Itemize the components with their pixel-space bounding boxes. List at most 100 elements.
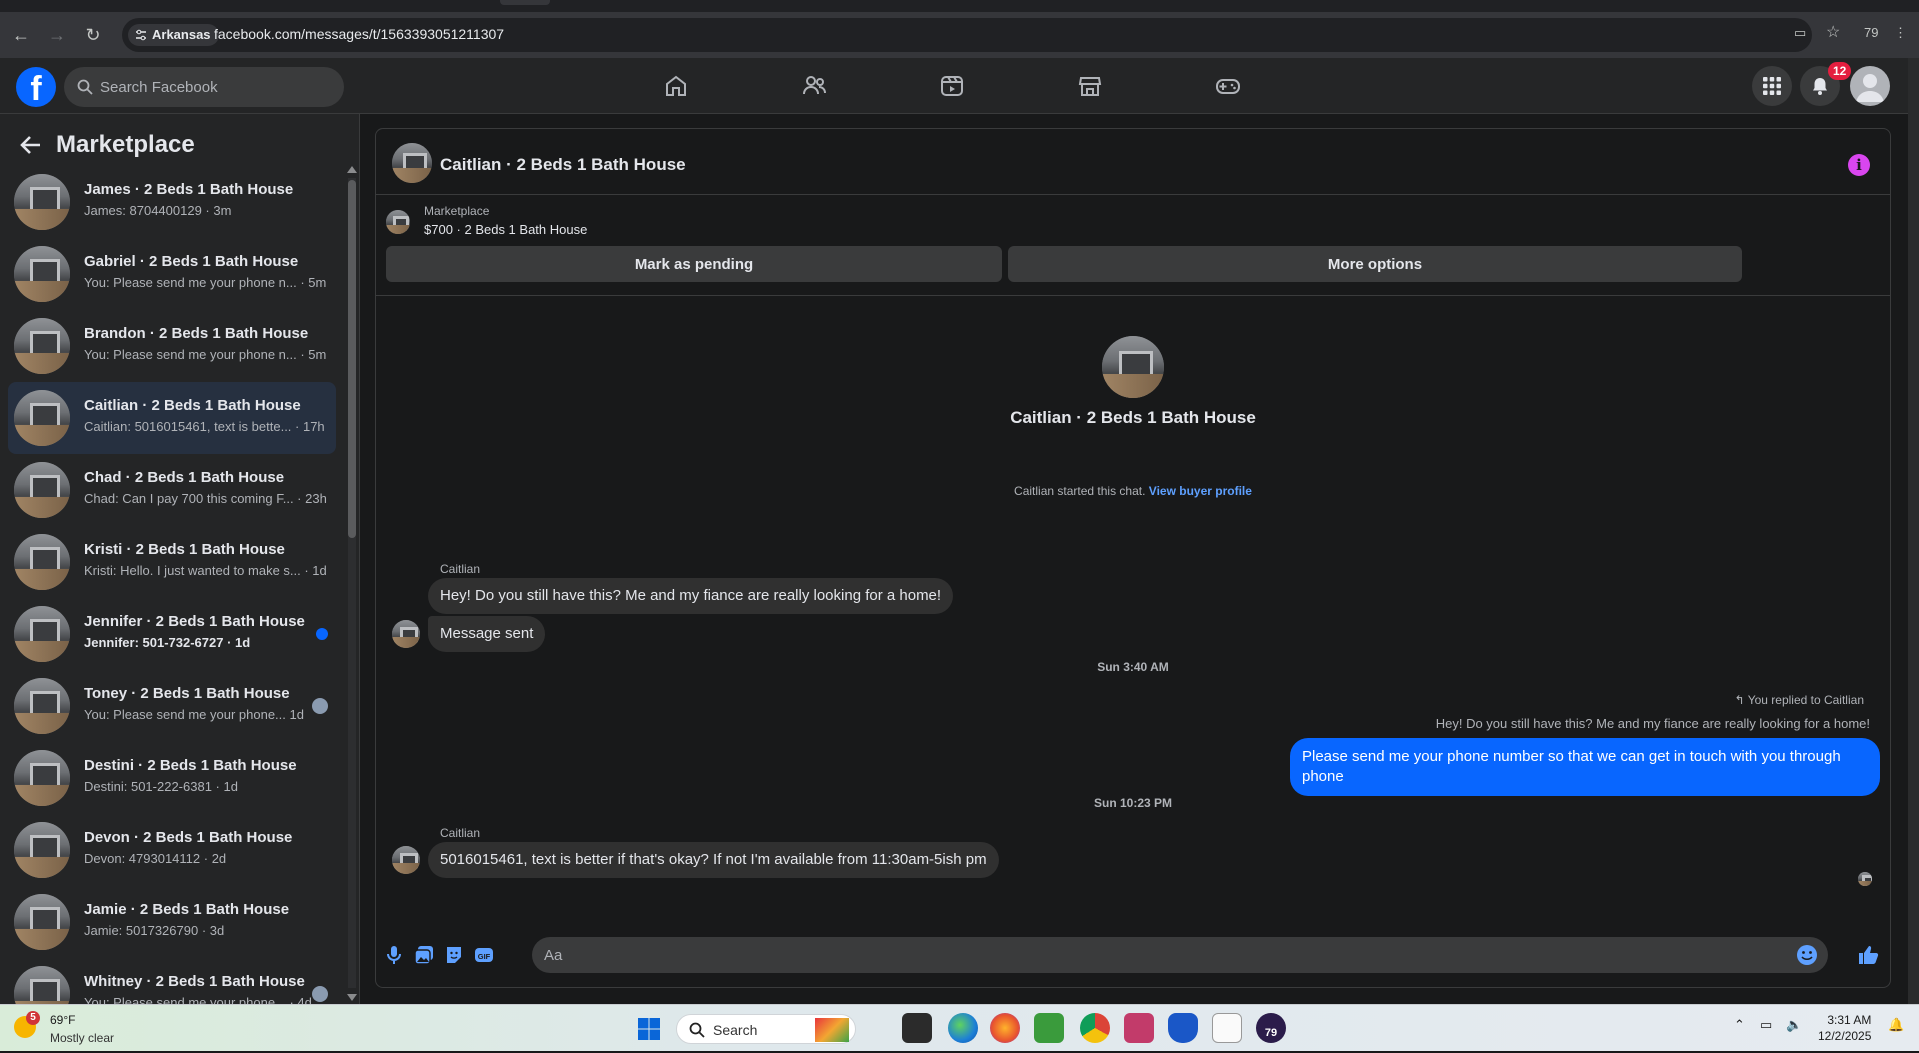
sticker-icon[interactable]: [442, 943, 466, 967]
conversation-preview: You: Please send me your phone... · 4d: [84, 995, 312, 1004]
more-options-button[interactable]: More options: [1008, 246, 1742, 282]
chat-avatar[interactable]: [392, 143, 432, 183]
weather-badge: 5: [26, 1011, 40, 1025]
svg-text:GIF: GIF: [478, 952, 491, 961]
conversation-sidebar: Marketplace James · 2 Beds 1 Bath House J…: [0, 114, 360, 1004]
incoming-message[interactable]: Hey! Do you still have this? Me and my f…: [428, 578, 954, 614]
reload-icon[interactable]: ↻: [82, 24, 104, 46]
marketplace-tab[interactable]: [1034, 62, 1146, 110]
conversation-item[interactable]: Toney · 2 Beds 1 Bath House You: Please s…: [8, 670, 336, 742]
notification-center-icon[interactable]: 🔔: [1888, 1017, 1904, 1033]
listing-thumbnail: [14, 462, 70, 518]
microphone-icon[interactable]: [382, 943, 406, 967]
sidebar-scrollbar[interactable]: [346, 164, 358, 1004]
extension-badge[interactable]: 79: [1864, 25, 1878, 40]
search-highlight-icon: [815, 1018, 849, 1042]
conversation-name: Devon · 2 Beds 1 Bath House: [84, 829, 293, 846]
quoted-message[interactable]: Hey! Do you still have this? Me and my f…: [1436, 716, 1870, 731]
listing-thumbnail: [14, 534, 70, 590]
firefox-icon[interactable]: [990, 1013, 1020, 1043]
weather-temp: 69°F: [50, 1013, 76, 1027]
system-clock[interactable]: 3:31 AM 12/2/2025: [1818, 1012, 1871, 1044]
conversation-item[interactable]: James · 2 Beds 1 Bath House James: 870440…: [8, 166, 336, 238]
page-scrollbar[interactable]: [1908, 58, 1919, 1004]
facebook-logo[interactable]: f: [16, 67, 56, 107]
back-icon[interactable]: ←: [10, 24, 32, 46]
chrome-browser-icon[interactable]: [1080, 1013, 1110, 1043]
seen-avatar-icon: [312, 986, 328, 1002]
notepad-icon[interactable]: [1212, 1013, 1242, 1043]
conversation-item[interactable]: Devon · 2 Beds 1 Bath House Devon: 479301…: [8, 814, 336, 886]
url-text[interactable]: facebook.com/messages/t/1563393051211307: [214, 26, 504, 42]
network-icon[interactable]: ▭: [1760, 1017, 1772, 1033]
back-arrow-icon[interactable]: [18, 132, 44, 158]
chat-panel: Caitlian · 2 Beds 1 Bath House i Marketp…: [375, 128, 1891, 988]
gif-icon[interactable]: GIF: [472, 943, 496, 967]
listing-thumbnail: [14, 318, 70, 374]
chat-title[interactable]: Caitlian · 2 Beds 1 Bath House: [440, 155, 686, 175]
forward-icon[interactable]: →: [46, 24, 68, 46]
conversation-item[interactable]: Jennifer · 2 Beds 1 Bath House Jennifer: …: [8, 598, 336, 670]
app-with-badge-icon[interactable]: 79: [1256, 1013, 1286, 1043]
edge-browser-icon[interactable]: [948, 1013, 978, 1043]
spreadsheet-app-icon[interactable]: [1034, 1013, 1064, 1043]
address-bar[interactable]: Arkansas facebook.com/messages/t/1563393…: [122, 18, 1812, 52]
conversation-item[interactable]: Chad · 2 Beds 1 Bath House Chad: Can I pa…: [8, 454, 336, 526]
conversation-item[interactable]: Kristi · 2 Beds 1 Bath House Kristi: Hell…: [8, 526, 336, 598]
emoji-icon[interactable]: [1796, 944, 1818, 966]
search-box[interactable]: [64, 67, 344, 107]
conversation-item[interactable]: Whitney · 2 Beds 1 Bath House You: Please…: [8, 958, 336, 1004]
gaming-tab[interactable]: [1172, 62, 1284, 110]
conversation-item[interactable]: Destini · 2 Beds 1 Bath House Destini: 50…: [8, 742, 336, 814]
taskbar-search[interactable]: Search: [676, 1014, 856, 1044]
video-tab[interactable]: [896, 62, 1008, 110]
menu-button[interactable]: [1752, 66, 1792, 106]
volume-icon[interactable]: 🔈: [1786, 1017, 1802, 1033]
message-input-box[interactable]: [532, 937, 1828, 973]
conversation-item[interactable]: Gabriel · 2 Beds 1 Bath House You: Please…: [8, 238, 336, 310]
listing-mini-thumbnail: [386, 210, 410, 234]
bookmark-star-icon[interactable]: ☆: [1826, 22, 1840, 42]
scroll-thumb[interactable]: [348, 180, 356, 538]
site-info-chip[interactable]: Arkansas: [128, 24, 219, 46]
install-icon[interactable]: ▭: [1794, 25, 1806, 41]
marketplace-icon: [1078, 77, 1102, 96]
mark-as-pending-button[interactable]: Mark as pending: [386, 246, 1002, 282]
show-hidden-icons-icon[interactable]: ⌃: [1734, 1017, 1745, 1033]
friends-tab[interactable]: [758, 62, 870, 110]
bell-icon: [1813, 78, 1827, 95]
windows-start-icon[interactable]: [637, 1017, 661, 1041]
browser-tab[interactable]: [500, 0, 550, 5]
conversation-preview: Destini: 501-222-6381 · 1d: [84, 779, 238, 794]
scroll-up-icon[interactable]: [347, 166, 357, 173]
sidebar-title: Marketplace: [56, 131, 195, 158]
message-input[interactable]: [544, 937, 1774, 973]
home-tab[interactable]: [620, 62, 732, 110]
incoming-message[interactable]: Message sent: [428, 616, 546, 652]
marketplace-label: Marketplace: [424, 204, 490, 218]
thumbs-up-icon[interactable]: [1856, 943, 1880, 967]
windows-taskbar: 5 69°F Mostly clear Search 79 ⌃ ▭ 🔈 3:31…: [0, 1004, 1919, 1051]
listing-thumbnail: [14, 678, 70, 734]
sender-avatar: [392, 620, 420, 648]
incoming-message[interactable]: 5016015461, text is better if that's oka…: [428, 842, 999, 878]
conversation-item[interactable]: Jamie · 2 Beds 1 Bath House Jamie: 501732…: [8, 886, 336, 958]
unread-dot-icon: [316, 628, 328, 640]
info-icon[interactable]: i: [1848, 154, 1870, 176]
account-avatar[interactable]: [1850, 66, 1890, 106]
conversation-item-active[interactable]: Caitlian · 2 Beds 1 Bath House Caitlian: …: [8, 382, 336, 454]
read-receipt-avatar: [1858, 872, 1872, 886]
bitwarden-icon[interactable]: [1168, 1013, 1198, 1043]
outgoing-message[interactable]: Please send me your phone number so that…: [1290, 738, 1880, 796]
scroll-down-icon[interactable]: [347, 994, 357, 1001]
photo-icon[interactable]: [412, 943, 436, 967]
view-buyer-profile-link[interactable]: View buyer profile: [1149, 484, 1252, 498]
task-view-icon[interactable]: [902, 1013, 932, 1043]
conversation-preview: Devon: 4793014112 · 2d: [84, 851, 227, 866]
profile-icon: [1856, 74, 1884, 102]
snipping-tool-icon[interactable]: [1124, 1013, 1154, 1043]
listing-thumbnail: [14, 822, 70, 878]
search-input[interactable]: [100, 67, 330, 107]
browser-menu-icon[interactable]: ⋮: [1894, 25, 1907, 41]
conversation-item[interactable]: Brandon · 2 Beds 1 Bath House You: Please…: [8, 310, 336, 382]
